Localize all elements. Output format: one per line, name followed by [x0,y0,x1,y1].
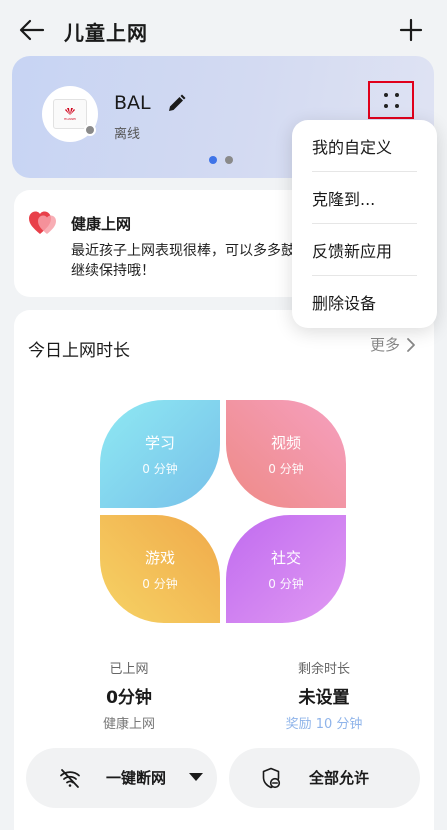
back-arrow-icon [19,19,45,41]
category-name: 游戏 [144,548,175,567]
menu-item-customize[interactable]: 我的自定义 [312,120,417,172]
remaining-label: 剩余时长 [297,662,350,677]
category-value: 0 分钟 [142,461,178,476]
add-button[interactable] [395,14,427,46]
menu-item-feedback[interactable]: 反馈新应用 [312,224,417,276]
wifi-off-icon [60,769,80,788]
device-name: BAL [114,92,151,114]
online-stat: 已上网 0分钟 健康上网 [54,658,204,732]
menu-item-clone[interactable]: 克隆到... [312,172,417,224]
health-title: 健康上网 [71,215,132,233]
online-value: 0分钟 [106,688,152,708]
usage-card: 今日上网时长 更多 学习 0 分钟 视频 0 分钟 游戏 0 分钟 社交 0 分… [14,310,434,830]
more-link[interactable]: 更多 [370,334,418,355]
reward-link[interactable]: 奖励 10 分钟 [249,713,399,732]
category-social[interactable]: 社交 0 分钟 [226,515,346,623]
more-options-button[interactable] [368,81,414,119]
huawei-logo-icon [65,108,75,115]
remaining-stat: 剩余时长 未设置 奖励 10 分钟 [249,658,399,732]
options-popup-menu: 我的自定义 克隆到... 反馈新应用 删除设备 [292,120,437,328]
back-button[interactable] [16,14,48,46]
heart-icon [29,211,56,234]
plus-icon [399,18,423,42]
shield-allow-icon [262,767,281,789]
category-game[interactable]: 游戏 0 分钟 [100,515,220,623]
offline-status-dot [84,124,96,136]
online-label: 已上网 [109,662,149,677]
allow-all-button[interactable]: 全部允许 [229,748,420,808]
category-name: 学习 [144,433,175,452]
page: 儿童上网 HUAWEI BAL 离线 健康上网 最近孩子上网表现很棒，可以多多鼓… [0,0,447,830]
more-dots-icon [384,93,388,97]
online-sub: 健康上网 [102,717,155,732]
category-name: 视频 [270,433,301,452]
device-status: 离线 [114,127,141,142]
chevron-right-icon [407,337,415,352]
carousel-indicator [209,156,233,164]
category-value: 0 分钟 [268,576,304,591]
edit-name-button[interactable] [164,92,188,116]
category-value: 0 分钟 [142,576,178,591]
router-image: HUAWEI [53,99,87,129]
category-name: 社交 [270,548,301,567]
usage-title: 今日上网时长 [28,341,130,361]
health-text: 最近孩子上网表现很棒，可以多多鼓励继续保持哦！ [71,243,309,279]
menu-item-delete[interactable]: 删除设备 [312,276,417,328]
page-dot-active [209,156,217,164]
category-video[interactable]: 视频 0 分钟 [226,400,346,508]
page-dot [225,156,233,164]
header: 儿童上网 [0,0,447,62]
page-title: 儿童上网 [64,21,148,45]
category-study[interactable]: 学习 0 分钟 [100,400,220,508]
category-value: 0 分钟 [268,461,304,476]
disconnect-button[interactable]: 一键断网 [26,748,217,808]
pencil-icon [169,94,186,111]
allow-all-label: 全部允许 [309,769,370,787]
remaining-value: 未设置 [298,688,350,708]
caret-down-icon[interactable] [189,773,203,781]
disconnect-label: 一键断网 [106,769,167,787]
more-label: 更多 [369,336,400,354]
